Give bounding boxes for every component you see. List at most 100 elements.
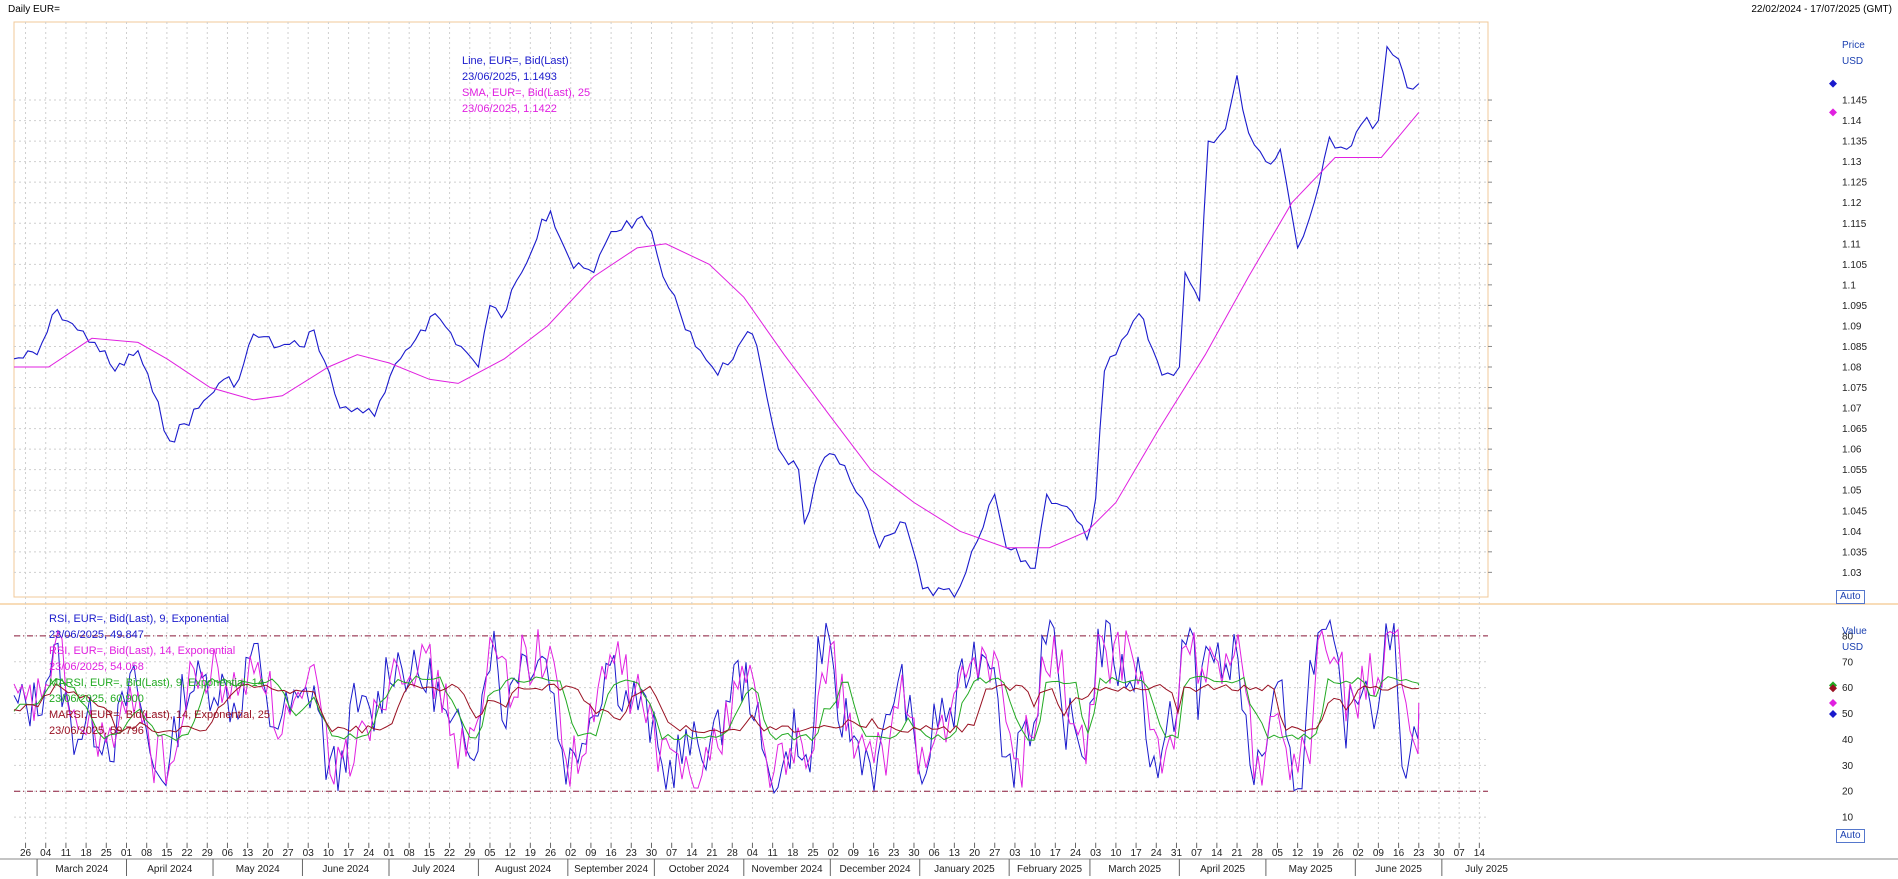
price-line-series bbox=[13, 45, 1420, 599]
x-day-label: 30 bbox=[646, 848, 658, 859]
sma-last-value-marker bbox=[1829, 108, 1837, 117]
x-day-label: 03 bbox=[1009, 848, 1021, 859]
price-auto-scale-button[interactable]: Auto bbox=[1836, 590, 1865, 604]
price-legend-entry: Line, EUR=, Bid(Last) bbox=[462, 55, 569, 67]
price-y-label: 1.12 bbox=[1842, 198, 1862, 209]
x-day-label: 29 bbox=[202, 848, 214, 859]
rsi-last-value-marker bbox=[1829, 699, 1837, 708]
price-y-label: 1.14 bbox=[1842, 116, 1862, 127]
x-day-label: 31 bbox=[1171, 848, 1183, 859]
price-y-label: 1.075 bbox=[1842, 383, 1867, 394]
chart-canvas[interactable]: 26 04 11 18 25 01 08 15 22 29 06 13 20 27 03 10 17 24 01 08… bbox=[0, 0, 1898, 879]
x-month-label: January 2025 bbox=[934, 864, 995, 875]
x-day-label: 28 bbox=[1252, 848, 1264, 859]
x-month-label: July 2024 bbox=[412, 864, 455, 875]
x-month-label: June 2025 bbox=[1375, 864, 1422, 875]
x-day-label: 16 bbox=[606, 848, 618, 859]
x-day-label: 30 bbox=[908, 848, 920, 859]
x-day-label: 23 bbox=[1413, 848, 1425, 859]
x-month-label: May 2024 bbox=[236, 864, 280, 875]
x-day-label: 20 bbox=[262, 848, 274, 859]
x-day-label: 06 bbox=[929, 848, 941, 859]
x-day-label: 27 bbox=[989, 848, 1001, 859]
x-day-label: 25 bbox=[807, 848, 819, 859]
price-y-label: 1.05 bbox=[1842, 486, 1862, 497]
price-y-label: 1.055 bbox=[1842, 465, 1867, 476]
price-y-label: 1.11 bbox=[1842, 239, 1861, 250]
x-day-label: 24 bbox=[1151, 848, 1163, 859]
x-day-label: 10 bbox=[1110, 848, 1122, 859]
x-day-label: 07 bbox=[1191, 848, 1203, 859]
x-day-label: 14 bbox=[686, 848, 698, 859]
rsi-auto-scale-button[interactable]: Auto bbox=[1836, 829, 1865, 843]
x-day-label: 16 bbox=[868, 848, 880, 859]
price-axis-unit: USD bbox=[1842, 56, 1863, 67]
x-day-label: 14 bbox=[1474, 848, 1486, 859]
x-day-label: 07 bbox=[1454, 848, 1466, 859]
x-day-label: 23 bbox=[888, 848, 900, 859]
x-day-label: 29 bbox=[464, 848, 476, 859]
rsi-y-label: 40 bbox=[1842, 735, 1854, 746]
x-day-label: 26 bbox=[20, 848, 32, 859]
x-day-label: 08 bbox=[141, 848, 153, 859]
price-y-label: 1.085 bbox=[1842, 342, 1867, 353]
price-y-label: 1.145 bbox=[1842, 96, 1867, 107]
x-month-label: September 2024 bbox=[574, 864, 648, 875]
rsi-axis-title: Value bbox=[1842, 626, 1867, 637]
price-y-label: 1.105 bbox=[1842, 260, 1867, 271]
x-day-label: 26 bbox=[545, 848, 557, 859]
price-y-label: 1.08 bbox=[1842, 363, 1862, 374]
x-day-label: 10 bbox=[323, 848, 335, 859]
x-day-label: 13 bbox=[949, 848, 961, 859]
x-day-label: 11 bbox=[61, 848, 72, 859]
x-day-label: 19 bbox=[525, 848, 537, 859]
x-day-label: 09 bbox=[585, 848, 597, 859]
rsi-legend-entry: 23/06/2025, 59.796 bbox=[49, 725, 144, 737]
x-day-label: 02 bbox=[828, 848, 840, 859]
x-month-label: May 2025 bbox=[1289, 864, 1333, 875]
x-day-label: 03 bbox=[1090, 848, 1102, 859]
price-y-label: 1.065 bbox=[1842, 424, 1867, 435]
x-day-label: 05 bbox=[1272, 848, 1284, 859]
x-month-label: August 2024 bbox=[495, 864, 552, 875]
price-y-label: 1.035 bbox=[1842, 547, 1867, 558]
x-day-label: 15 bbox=[424, 848, 436, 859]
x-day-label: 22 bbox=[444, 848, 456, 859]
x-day-label: 15 bbox=[161, 848, 173, 859]
x-day-label: 14 bbox=[1211, 848, 1223, 859]
x-month-label: April 2025 bbox=[1200, 864, 1245, 875]
x-day-label: 09 bbox=[848, 848, 860, 859]
x-day-label: 19 bbox=[1312, 848, 1324, 859]
x-day-label: 24 bbox=[1070, 848, 1082, 859]
price-y-label: 1.1 bbox=[1842, 280, 1856, 291]
sma-line-series bbox=[14, 112, 1420, 549]
x-month-label: October 2024 bbox=[669, 864, 730, 875]
rsi-y-label: 70 bbox=[1842, 657, 1854, 668]
x-day-label: 30 bbox=[1433, 848, 1445, 859]
x-month-label: June 2024 bbox=[322, 864, 369, 875]
x-day-label: 01 bbox=[383, 848, 395, 859]
rsi-y-label: 60 bbox=[1842, 683, 1854, 694]
rsi-y-label: 20 bbox=[1842, 787, 1854, 798]
x-day-label: 12 bbox=[1292, 848, 1304, 859]
price-legend-entry: 23/06/2025, 1.1493 bbox=[462, 71, 557, 83]
rsi-legend-entry: 23/06/2025, 49.847 bbox=[49, 629, 144, 641]
x-day-label: 25 bbox=[101, 848, 113, 859]
x-day-label: 16 bbox=[1393, 848, 1405, 859]
x-day-label: 23 bbox=[626, 848, 638, 859]
x-day-label: 28 bbox=[727, 848, 739, 859]
x-day-label: 02 bbox=[1353, 848, 1365, 859]
rsi-last-value-marker bbox=[1829, 709, 1837, 718]
x-day-label: 08 bbox=[404, 848, 416, 859]
price-y-label: 1.135 bbox=[1842, 137, 1867, 148]
x-day-label: 22 bbox=[182, 848, 194, 859]
x-day-label: 01 bbox=[121, 848, 133, 859]
price-y-label: 1.045 bbox=[1842, 506, 1867, 517]
x-month-label: July 2025 bbox=[1465, 864, 1508, 875]
x-day-label: 21 bbox=[1231, 848, 1243, 859]
price-legend-entry: SMA, EUR=, Bid(Last), 25 bbox=[462, 87, 590, 99]
price-y-label: 1.07 bbox=[1842, 404, 1862, 415]
x-day-label: 24 bbox=[363, 848, 375, 859]
x-day-label: 13 bbox=[242, 848, 254, 859]
x-month-label: April 2024 bbox=[147, 864, 192, 875]
